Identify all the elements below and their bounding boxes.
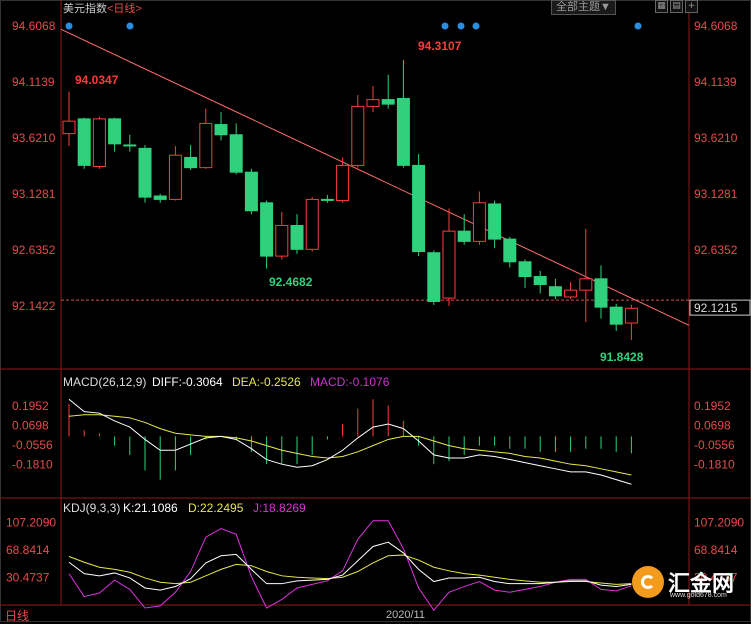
candle-body <box>305 198 319 250</box>
candle-body <box>244 171 258 212</box>
annotation-high: 94.3107 <box>418 39 462 53</box>
macd-tick-left: 0.1952 <box>12 399 49 413</box>
candle-body <box>412 164 426 253</box>
kdj-tick-left: 30.4737 <box>6 571 50 585</box>
kdj-title: KDJ(9,3,3) <box>63 501 120 515</box>
kdj-k-line <box>68 541 632 591</box>
candle-body <box>624 307 638 324</box>
candle-body <box>381 99 395 105</box>
event-dot <box>65 22 73 30</box>
candle-body <box>564 289 578 298</box>
y-tick-left: 92.1422 <box>12 299 56 313</box>
kdj-tick-left: 68.8414 <box>6 543 50 557</box>
candle-body <box>168 154 182 200</box>
candle-body <box>275 224 289 257</box>
theme-dropdown[interactable]: 全部主题▼ <box>551 0 616 15</box>
candle-body <box>77 118 91 166</box>
event-dot <box>634 22 642 30</box>
macd-tick-right: 0.0698 <box>694 419 731 433</box>
candle-body <box>351 105 365 166</box>
kdj-j-label: J:18.8269 <box>253 501 306 515</box>
candle-body <box>503 238 517 263</box>
y-tick-left: 93.1281 <box>12 187 56 201</box>
y-tick-right: 93.1281 <box>694 187 738 201</box>
kdj-d-label: D:22.2495 <box>188 501 244 515</box>
y-tick-right: 92.6352 <box>694 243 738 257</box>
candle-body <box>290 224 304 250</box>
macd-dif-line <box>68 398 632 485</box>
event-dot <box>441 22 449 30</box>
chart-canvas: 94.6068 94.6068 94.1139 94.1139 93.6210 93.62… <box>0 0 751 622</box>
macd-title: MACD(26,12,9) <box>63 375 146 389</box>
period-tag[interactable]: <日线> <box>107 3 142 15</box>
macd-tick-right: 0.1952 <box>694 399 731 413</box>
candle-body <box>457 230 471 242</box>
candle-body <box>533 276 547 285</box>
candle-body <box>214 124 228 136</box>
candle-body <box>336 164 350 202</box>
watermark-url: www.gold678.com <box>670 592 727 599</box>
y-tick-left: 94.1139 <box>12 75 55 89</box>
candle-body <box>320 198 334 201</box>
annotation-low: 91.8428 <box>600 350 644 364</box>
candle-body <box>579 278 593 291</box>
y-tick-left: 92.6352 <box>12 243 56 257</box>
book-icon[interactable]: ▤ <box>670 0 683 13</box>
candle-body <box>488 203 502 240</box>
current-price-label: 92.1215 <box>694 301 738 315</box>
y-tick-left: 93.6210 <box>12 131 56 145</box>
outer-frame <box>0 0 751 622</box>
macd-dea-label: DEA:-0.2526 <box>232 375 301 389</box>
y-tick-left: 94.6068 <box>12 19 56 33</box>
chart-title: 美元指数<日线> <box>63 0 142 16</box>
macd-macd-label: MACD:-0.1076 <box>310 375 390 389</box>
candle-body <box>442 230 456 299</box>
candle-body <box>594 278 608 308</box>
annotation-left-high: 94.0347 <box>75 73 119 87</box>
kdj-d-line <box>68 554 632 585</box>
kdj-tick-right: 107.2090 <box>694 516 744 530</box>
candle-body <box>108 118 122 145</box>
macd-tick-right: -0.1810 <box>694 457 735 471</box>
macd-tick-left: -0.1810 <box>12 457 53 471</box>
candle-body <box>229 134 243 173</box>
event-dot <box>457 22 465 30</box>
candle-body <box>123 144 137 147</box>
candle-body <box>184 156 198 169</box>
y-tick-right: 93.6210 <box>694 131 738 145</box>
grid-icon[interactable]: ▦ <box>655 0 668 13</box>
watermark: 汇金网 www.gold678.com <box>628 562 738 606</box>
y-tick-right: 94.6068 <box>694 19 738 33</box>
candle-body <box>199 122 213 169</box>
gold678-logo-icon <box>632 566 664 598</box>
instrument-title: 美元指数 <box>63 3 107 15</box>
macd-tick-right: -0.0556 <box>694 438 735 452</box>
kdj-k-label: K:21.1086 <box>123 501 178 515</box>
macd-tick-left: -0.0556 <box>12 438 53 452</box>
candle-body <box>609 306 623 325</box>
candle-body <box>427 252 441 302</box>
candle-body <box>548 286 562 297</box>
candle-body <box>138 147 152 198</box>
macd-dif-label: DIFF:-0.3064 <box>152 375 223 389</box>
candle-body <box>62 120 76 135</box>
annotation-mid-low: 92.4682 <box>269 275 313 289</box>
macd-tick-left: 0.0698 <box>12 419 49 433</box>
candle-body <box>518 261 532 278</box>
y-tick-right: 94.1139 <box>694 75 737 89</box>
candle-body <box>92 118 106 168</box>
kdj-j-line <box>68 520 632 611</box>
candle-body <box>472 202 486 242</box>
kdj-tick-right: 68.8414 <box>694 543 738 557</box>
kdj-tick-left: 107.2090 <box>6 516 56 530</box>
candle-body <box>260 202 274 257</box>
event-dot <box>472 22 480 30</box>
candle-body <box>366 99 380 107</box>
candle-body <box>396 97 410 166</box>
plus-icon[interactable]: + <box>685 0 698 13</box>
candle-body <box>153 195 167 200</box>
event-dot <box>126 22 134 30</box>
date-axis-label: 2020/11 <box>386 609 425 621</box>
period-label[interactable]: 日线 <box>5 607 29 624</box>
